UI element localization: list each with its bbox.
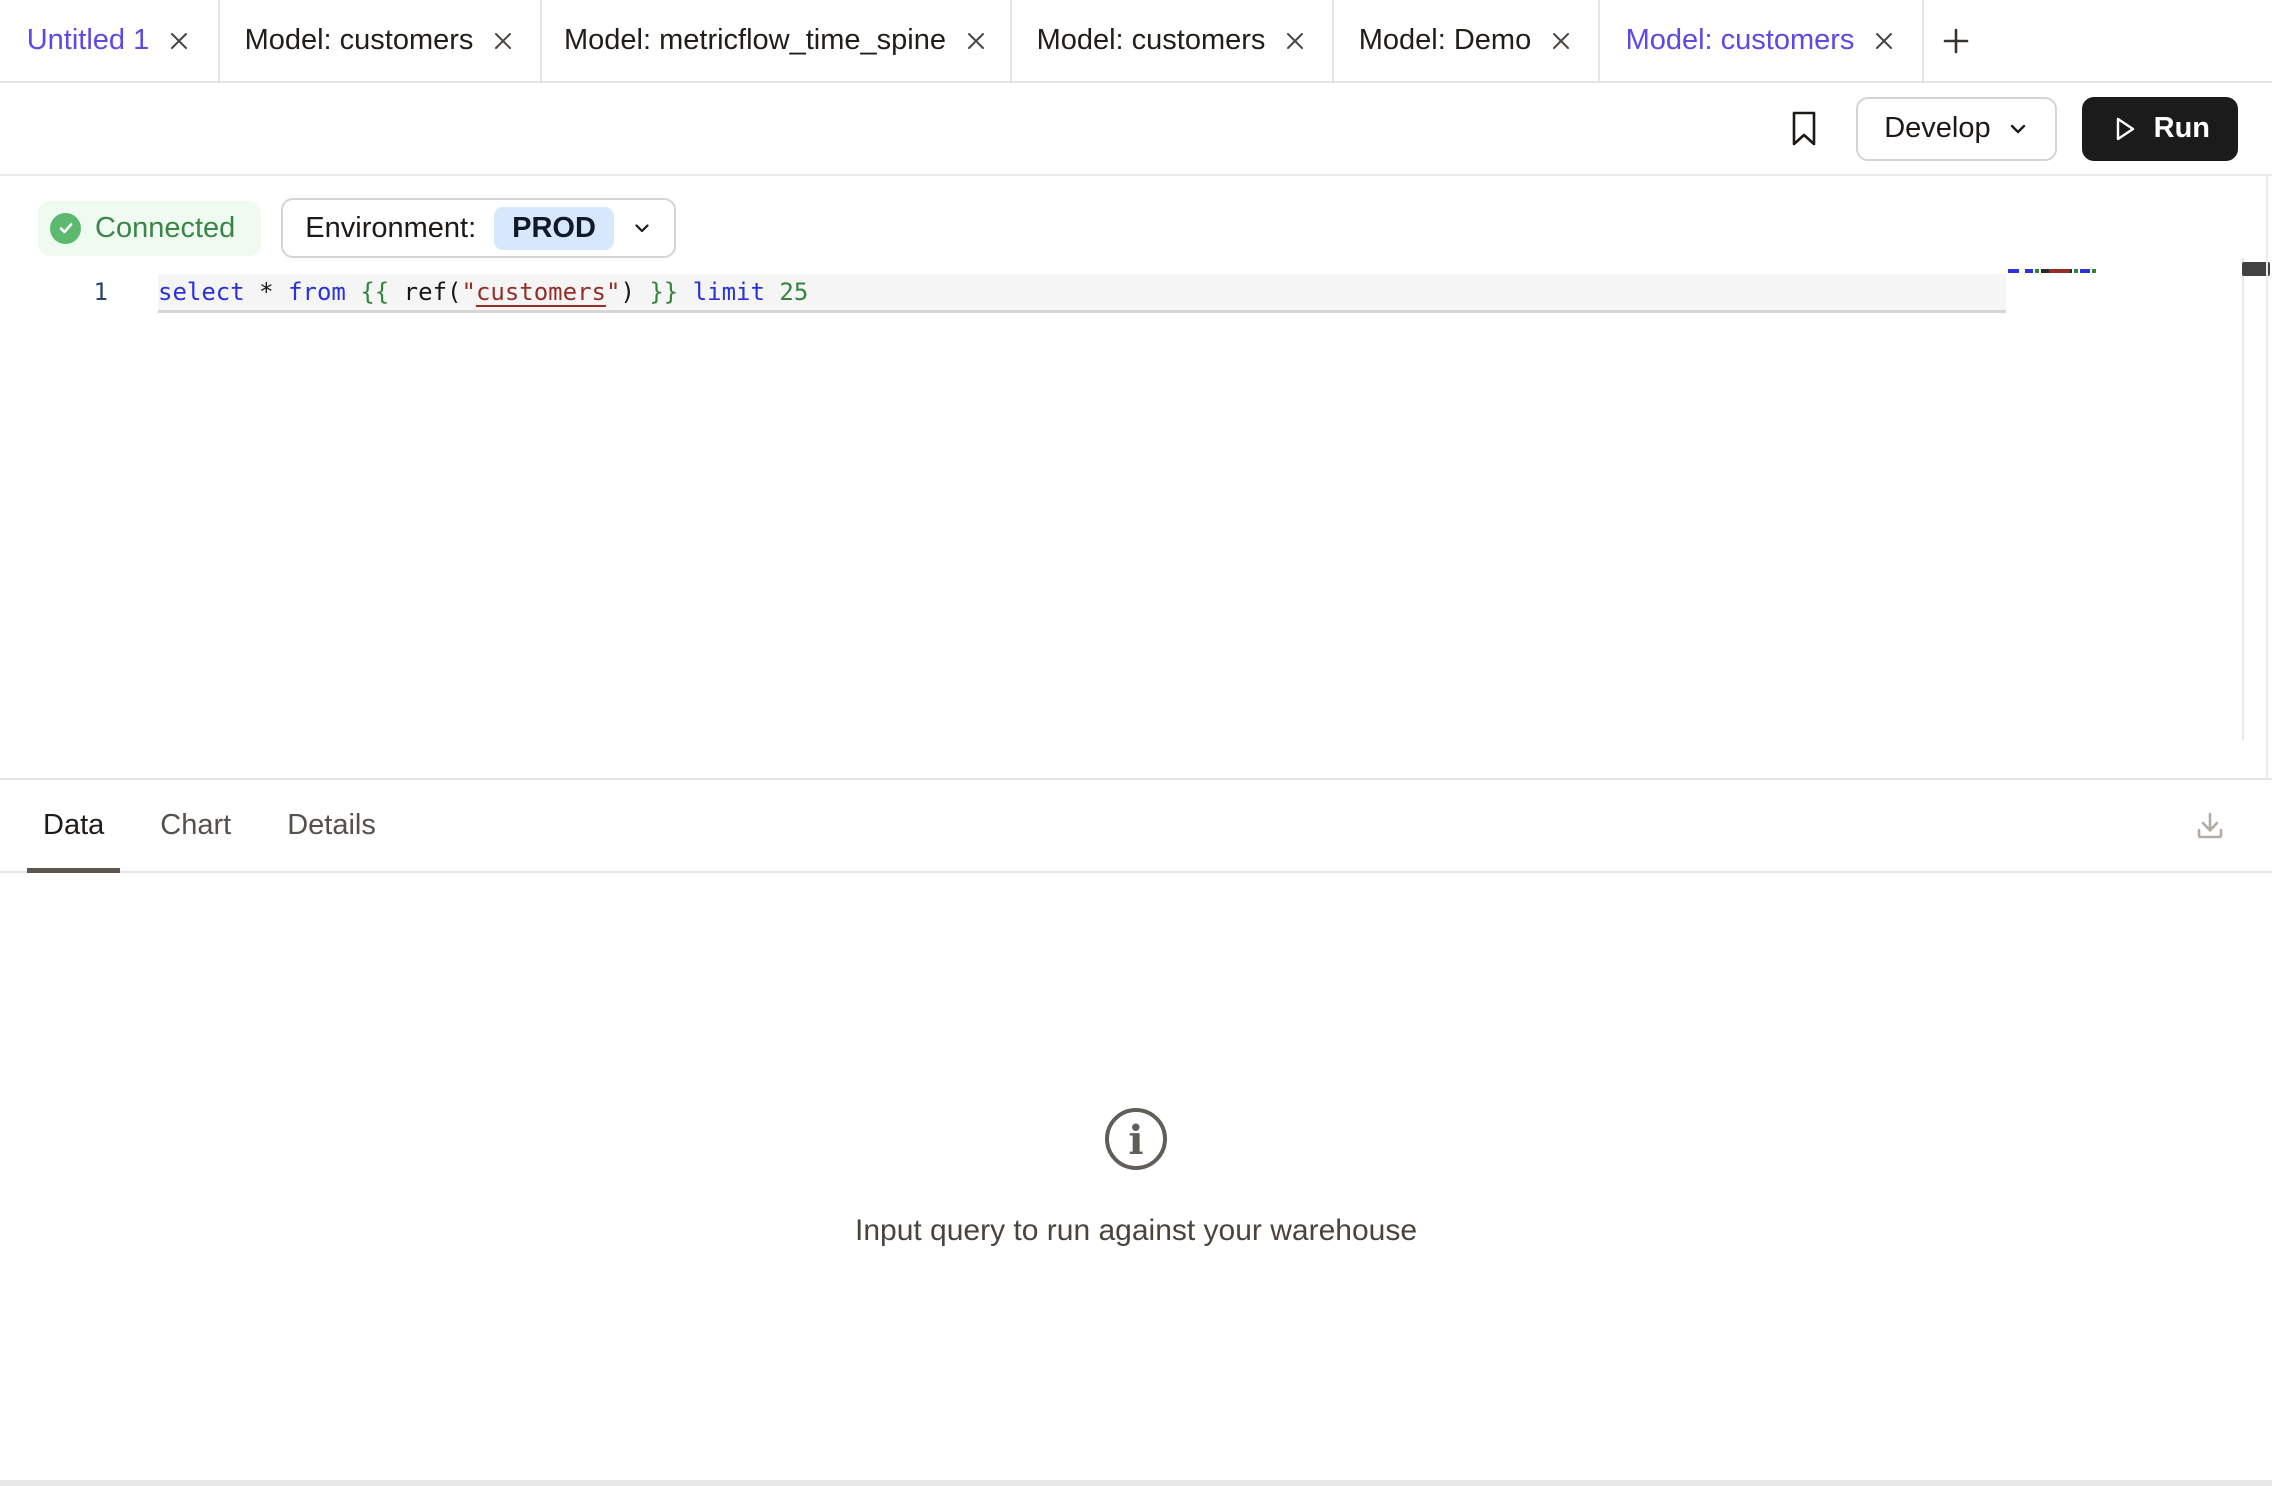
line-number: 1 [0,274,158,313]
chevron-down-icon [2007,118,2029,140]
tab-model-customers-2[interactable]: Model: customers [1012,0,1334,81]
sql-editor-pane: Connected Environment: PROD 1 select * f… [0,176,2272,778]
svg-text:i: i [1128,1117,1143,1164]
develop-button-label: Develop [1884,112,1990,145]
download-results-button[interactable] [2192,808,2228,844]
tab-model-demo[interactable]: Model: Demo [1334,0,1600,81]
close-icon[interactable] [1872,29,1896,53]
run-button-label: Run [2154,112,2210,145]
editor-status-row: Connected Environment: PROD [38,198,676,258]
editor-minimap[interactable] [2008,266,2104,284]
play-icon [2110,115,2138,143]
tab-label: Details [287,809,376,842]
toolbar: Develop Run [0,83,2272,176]
tab-label: Untitled 1 [27,24,150,57]
editor-scrollbar-track [2242,258,2244,740]
close-icon[interactable] [1549,29,1573,53]
connection-status-badge: Connected [38,201,261,256]
tab-details[interactable]: Details [271,780,392,871]
close-icon[interactable] [1283,29,1307,53]
code-editor-line[interactable]: select * from {{ ref("customers") }} lim… [158,274,2006,313]
ide-window: Untitled 1 Model: customers Model: metri… [0,0,2272,1486]
tab-model-metricflow-time-spine[interactable]: Model: metricflow_time_spine [542,0,1012,81]
tab-label: Chart [160,809,231,842]
tab-chart[interactable]: Chart [144,780,247,871]
chevron-down-icon [632,218,652,238]
tab-label: Model: Demo [1359,24,1531,57]
bottom-scrollbar-strip [0,1480,2272,1486]
download-icon [2192,808,2228,844]
new-tab-button[interactable] [1924,0,1988,81]
tab-label: Model: customers [1626,24,1855,57]
environment-value-badge: PROD [494,207,614,250]
run-button[interactable]: Run [2082,97,2238,161]
tab-data[interactable]: Data [27,780,120,871]
tab-model-customers-active[interactable]: Model: customers [1600,0,1924,81]
close-icon[interactable] [167,29,191,53]
connection-status-label: Connected [95,212,235,245]
tab-untitled-1[interactable]: Untitled 1 [0,0,220,81]
results-panel-header: Data Chart Details [0,778,2272,873]
tab-label: Model: metricflow_time_spine [564,24,946,57]
bookmark-icon [1790,110,1818,148]
close-icon[interactable] [964,29,988,53]
tab-bar: Untitled 1 Model: customers Model: metri… [0,0,2272,83]
close-icon[interactable] [491,29,515,53]
info-icon: i [1103,1106,1169,1172]
empty-state-message: Input query to run against your warehous… [855,1214,1417,1248]
results-empty-state: i Input query to run against your wareho… [0,873,2272,1480]
check-circle-icon [50,213,81,244]
tab-label: Model: customers [245,24,474,57]
environment-label: Environment: [305,212,476,245]
plus-icon [1940,25,1972,57]
tab-model-customers-1[interactable]: Model: customers [220,0,542,81]
tab-label: Data [43,809,104,842]
environment-selector[interactable]: Environment: PROD [281,198,676,258]
develop-button[interactable]: Develop [1856,97,2056,161]
bookmark-button[interactable] [1790,110,1818,148]
tab-label: Model: customers [1037,24,1266,57]
